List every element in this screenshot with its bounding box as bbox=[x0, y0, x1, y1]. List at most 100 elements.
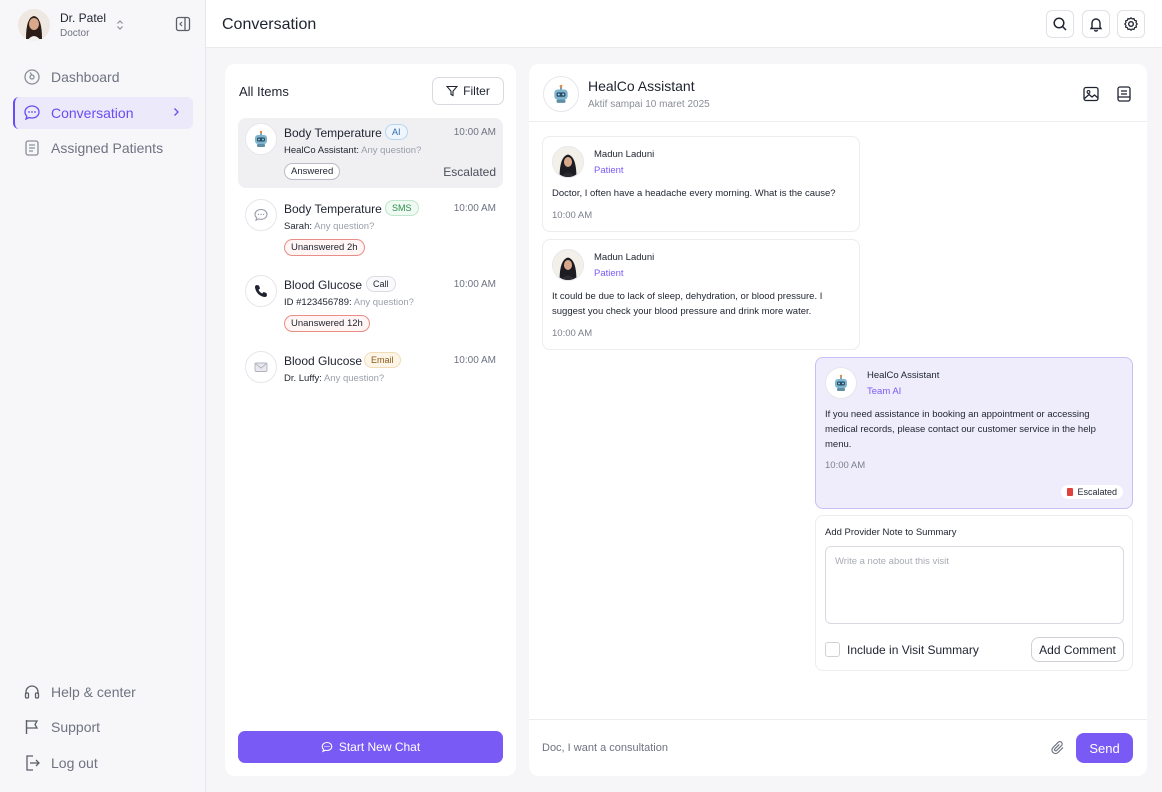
preview-text: Any question? bbox=[314, 221, 375, 232]
list-item[interactable]: Blood Glucose Email 10:00 AM Dr. Luffy: … bbox=[238, 346, 503, 416]
chat-icon bbox=[321, 741, 333, 753]
chat-message: Madun Laduni Patient Doctor, I often hav… bbox=[542, 136, 860, 232]
message-role: Team AI bbox=[867, 386, 902, 397]
chat-message: Madun Laduni Patient It could be due to … bbox=[542, 239, 860, 350]
list-item[interactable]: Body Temperature AI 10:00 AM HealCo Assi… bbox=[238, 118, 503, 188]
avatar bbox=[552, 249, 584, 281]
robot-icon bbox=[543, 76, 579, 112]
channel-tag: SMS bbox=[385, 200, 419, 216]
channel-tag: AI bbox=[385, 124, 408, 140]
filter-icon bbox=[446, 85, 459, 97]
filter-button[interactable]: Filter bbox=[432, 77, 504, 105]
conversation-preview: ID #123456789: Any question? bbox=[284, 297, 414, 308]
sidebar-collapse-icon[interactable] bbox=[174, 15, 192, 33]
sidebar-item-help-center[interactable]: Help & center bbox=[13, 676, 193, 708]
document-icon bbox=[25, 140, 39, 156]
user-role: Doctor bbox=[60, 27, 90, 39]
message-role: Patient bbox=[594, 165, 624, 176]
conversation-time: 10:00 AM bbox=[453, 279, 496, 290]
status-badge: Answered bbox=[284, 163, 341, 180]
paperclip-icon[interactable] bbox=[1048, 738, 1068, 758]
message-text: Doctor, I often have a headache every mo… bbox=[552, 188, 836, 199]
sidebar-item-label: Assigned Patients bbox=[51, 140, 164, 156]
sidebar-item-label: Log out bbox=[51, 755, 98, 771]
list-item[interactable]: Blood Glucose Call 10:00 AM ID #12345678… bbox=[238, 270, 503, 340]
preview-sender: Dr. Luffy: bbox=[284, 373, 322, 384]
conversation-title: Body Temperature bbox=[284, 126, 382, 140]
chat-message-ai: HealCo Assistant Team AI If you need ass… bbox=[815, 357, 1133, 509]
provider-note-card: Add Provider Note to Summary Include in … bbox=[815, 515, 1133, 671]
chat-header: HealCo Assistant Aktif sampai 10 maret 2… bbox=[529, 64, 1147, 122]
chat-icon bbox=[24, 105, 40, 121]
preview-text: Any question? bbox=[323, 373, 385, 384]
conversation-time: 10:00 AM bbox=[453, 355, 496, 366]
user-profile[interactable]: Dr. Patel Doctor bbox=[18, 8, 194, 42]
add-comment-button[interactable]: Add Comment bbox=[1031, 637, 1124, 662]
status-badge: Unanswered 2h bbox=[284, 239, 365, 256]
escalated-label: Escalated bbox=[443, 165, 496, 179]
sidebar: Dr. Patel Doctor Dashboard Conversation … bbox=[0, 0, 206, 792]
preview-text: Any question? bbox=[353, 297, 414, 308]
preview-sender: Sarah: bbox=[284, 221, 312, 232]
robot-icon bbox=[245, 123, 277, 155]
note-textarea[interactable] bbox=[825, 546, 1124, 624]
sidebar-item-log-out[interactable]: Log out bbox=[13, 747, 193, 779]
message-text: It could be due to lack of sleep, dehydr… bbox=[552, 291, 823, 317]
dashboard-icon bbox=[24, 69, 40, 85]
status-badge: Unanswered 12h bbox=[284, 315, 370, 332]
avatar bbox=[18, 9, 50, 41]
note-title: Add Provider Note to Summary bbox=[825, 527, 957, 538]
mail-icon bbox=[245, 351, 277, 383]
channel-tag: Email bbox=[364, 352, 401, 368]
sidebar-item-dashboard[interactable]: Dashboard bbox=[13, 61, 193, 93]
chat-panel: HealCo Assistant Aktif sampai 10 maret 2… bbox=[529, 64, 1147, 776]
list-title: All Items bbox=[239, 84, 289, 99]
start-new-chat-button[interactable]: Start New Chat bbox=[238, 731, 503, 763]
user-name: Dr. Patel bbox=[60, 10, 107, 25]
notifications-button[interactable] bbox=[1082, 10, 1110, 38]
page-title: Conversation bbox=[222, 16, 317, 33]
preview-sender: HealCo Assistant: bbox=[284, 145, 359, 156]
chat-contact-name: HealCo Assistant bbox=[588, 78, 695, 94]
escalated-badge: Escalated bbox=[1061, 485, 1123, 499]
notes-icon[interactable] bbox=[1114, 84, 1134, 104]
include-summary-checkbox[interactable] bbox=[825, 642, 840, 657]
flag-icon bbox=[1067, 488, 1074, 496]
bell-icon bbox=[1089, 18, 1103, 32]
sidebar-item-support[interactable]: Support bbox=[13, 711, 193, 743]
message-text: If you need assistance in booking an app… bbox=[825, 409, 1096, 450]
conversation-title: Blood Glucose bbox=[284, 278, 363, 292]
sidebar-item-label: Dashboard bbox=[51, 69, 120, 85]
message-sender: Madun Laduni bbox=[594, 149, 655, 160]
conversation-preview: HealCo Assistant: Any question? bbox=[284, 145, 421, 156]
sidebar-item-label: Help & center bbox=[51, 684, 136, 700]
message-sender: Madun Laduni bbox=[594, 252, 655, 263]
conversation-time: 10:00 AM bbox=[453, 127, 496, 138]
message-role: Patient bbox=[594, 268, 624, 279]
logout-icon bbox=[26, 755, 40, 771]
settings-button[interactable] bbox=[1117, 10, 1145, 38]
headset-icon bbox=[24, 685, 40, 699]
sidebar-item-label: Conversation bbox=[51, 105, 134, 121]
conversation-title: Body Temperature bbox=[284, 202, 382, 216]
list-item[interactable]: Body Temperature SMS 10:00 AM Sarah: Any… bbox=[238, 194, 503, 264]
preview-sender: ID #123456789: bbox=[284, 297, 352, 308]
sidebar-item-label: Support bbox=[51, 719, 101, 735]
image-icon[interactable] bbox=[1081, 84, 1101, 104]
conversation-title: Blood Glucose bbox=[284, 354, 363, 368]
search-icon bbox=[1053, 17, 1067, 31]
chevron-up-down-icon bbox=[116, 19, 124, 31]
search-button[interactable] bbox=[1046, 10, 1074, 38]
message-time: 10:00 AM bbox=[552, 328, 593, 339]
message-input[interactable] bbox=[542, 738, 1032, 758]
conversation-list-panel: All Items Filter Body Temperature AI 10:… bbox=[225, 64, 516, 776]
message-composer: Send bbox=[529, 719, 1147, 776]
message-sender: HealCo Assistant bbox=[867, 370, 940, 381]
start-new-chat-label: Start New Chat bbox=[338, 740, 421, 754]
sidebar-item-conversation[interactable]: Conversation bbox=[13, 97, 193, 129]
send-button[interactable]: Send bbox=[1076, 733, 1133, 763]
robot-icon bbox=[825, 367, 857, 399]
sidebar-item-assigned-patients[interactable]: Assigned Patients bbox=[13, 132, 193, 164]
conversation-time: 10:00 AM bbox=[453, 203, 496, 214]
escalated-label: Escalated bbox=[1077, 487, 1117, 497]
